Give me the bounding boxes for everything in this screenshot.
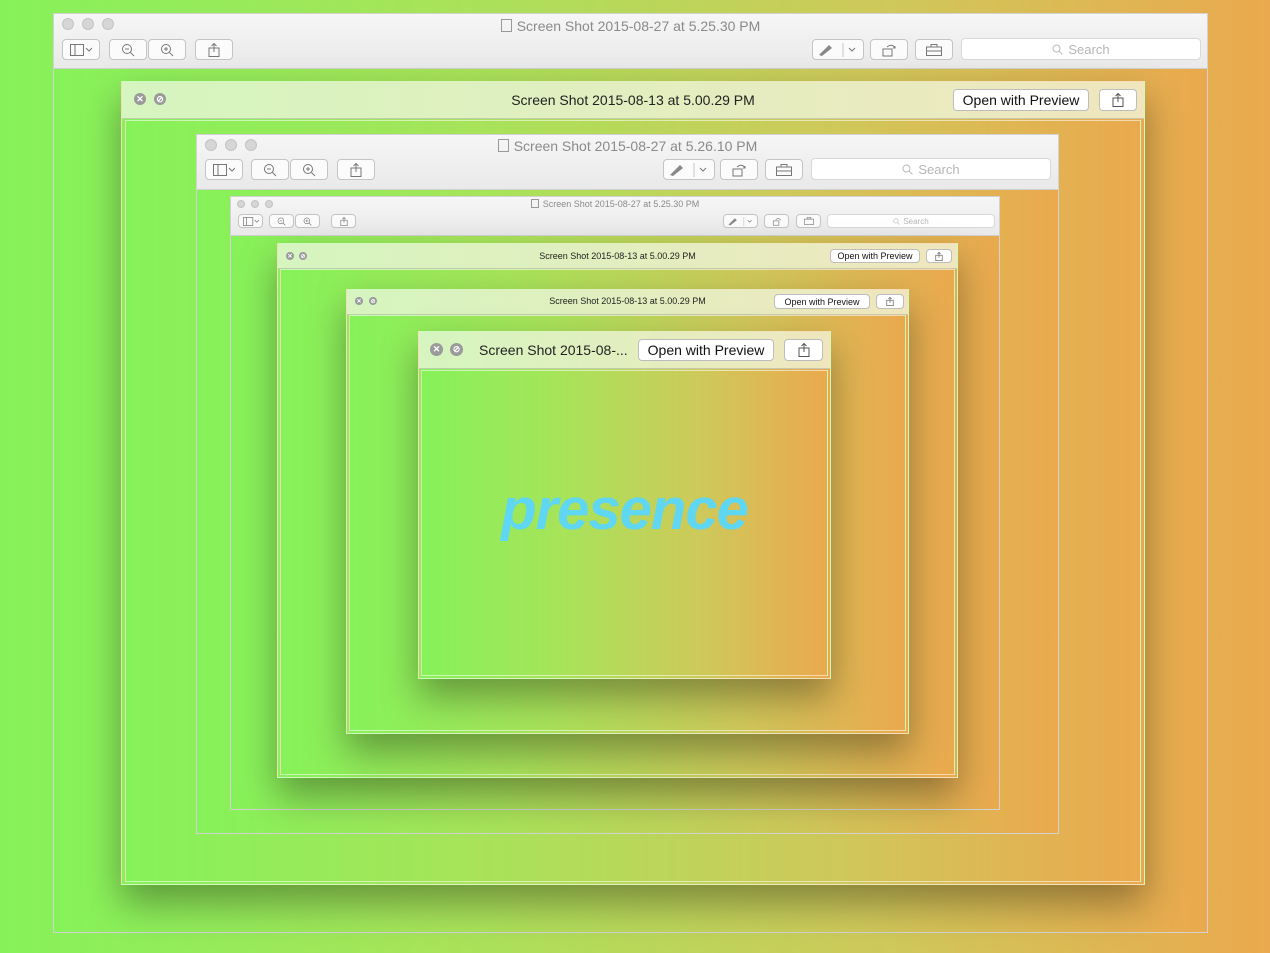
zoom-in-icon: [303, 217, 312, 226]
quicklook-titlebar: ✕ ⊘ Screen Shot 2015-08-13 at 5.00.29 PM…: [278, 244, 957, 269]
pen-icon: [670, 162, 707, 177]
rotate-button[interactable]: [870, 39, 908, 60]
window-toolbar: Screen Shot 2015-08-27 at 5.25.30 PM Sea…: [54, 14, 1207, 69]
toolbox-icon: [776, 163, 792, 176]
rotate-button[interactable]: [764, 214, 789, 228]
share-icon: [798, 343, 809, 357]
sidebar-icon: [213, 163, 235, 176]
sidebar-toggle-button[interactable]: [205, 159, 243, 180]
share-icon: [339, 216, 348, 226]
quicklook-window-7: ✕ ⊘ Screen Shot 2015-08-... Open with Pr…: [418, 331, 831, 679]
share-button[interactable]: [195, 39, 233, 60]
open-with-preview-button[interactable]: Open with Preview: [638, 339, 774, 361]
close-icon[interactable]: ✕: [430, 343, 443, 356]
zoom-in-button[interactable]: [290, 159, 328, 180]
zoom-in-icon: [303, 163, 316, 176]
toolbox-button[interactable]: [765, 159, 803, 180]
share-button[interactable]: [876, 294, 904, 309]
rotate-button[interactable]: [720, 159, 758, 180]
toolbox-icon: [926, 43, 942, 56]
sidebar-icon: [242, 216, 259, 226]
pen-icon: [819, 42, 856, 57]
share-icon: [350, 162, 362, 177]
document-icon: [500, 19, 512, 32]
open-with-preview-button[interactable]: Open with Preview: [774, 294, 870, 309]
window-title: Screen Shot 2015-08-27 at 5.25.30 PM: [231, 199, 999, 209]
share-icon: [208, 42, 220, 57]
share-button[interactable]: [331, 214, 356, 228]
search-input[interactable]: Search: [811, 158, 1051, 180]
quicklook-titlebar: ✕ ⊘ Screen Shot 2015-08-13 at 5.00.29 PM…: [347, 290, 908, 315]
sidebar-toggle-button[interactable]: [62, 39, 100, 60]
document-icon: [497, 139, 509, 152]
rotate-icon: [772, 217, 781, 226]
zoom-out-icon: [264, 163, 277, 176]
open-with-preview-button[interactable]: Open with Preview: [953, 89, 1089, 111]
quicklook-content: presence: [421, 370, 828, 676]
zoom-in-button[interactable]: [295, 214, 320, 228]
quicklook-titlebar: ✕ ⊘ Screen Shot 2015-08-13 at 5.00.29 PM…: [122, 82, 1144, 119]
toolbox-button[interactable]: [915, 39, 953, 60]
search-placeholder: Search: [903, 216, 929, 226]
rotate-icon: [882, 44, 896, 56]
window-toolbar: Screen Shot 2015-08-27 at 5.26.10 PM Sea…: [197, 135, 1058, 190]
search-icon: [1052, 44, 1064, 55]
zoom-out-button[interactable]: [109, 39, 147, 60]
markup-button[interactable]: [812, 39, 864, 60]
zoom-out-icon: [122, 43, 135, 56]
share-icon: [1112, 93, 1124, 107]
markup-button[interactable]: [723, 214, 758, 228]
share-icon: [935, 251, 943, 261]
open-with-preview-button[interactable]: Open with Preview: [830, 249, 920, 263]
quicklook-titlebar: ✕ ⊘ Screen Shot 2015-08-... Open with Pr…: [419, 332, 830, 369]
quicklook-title: Screen Shot 2015-08-...: [479, 342, 628, 358]
search-icon: [902, 164, 914, 175]
search-input[interactable]: Search: [961, 38, 1201, 60]
rotate-icon: [732, 164, 746, 176]
search-input[interactable]: Search: [827, 214, 995, 228]
search-placeholder: Search: [918, 161, 960, 177]
zoom-in-button[interactable]: [148, 39, 186, 60]
fullscreen-icon[interactable]: ⊘: [450, 343, 463, 356]
markup-button[interactable]: [663, 159, 715, 180]
document-icon: [530, 199, 539, 208]
share-button[interactable]: [926, 249, 952, 263]
share-icon: [886, 297, 894, 306]
sidebar-toggle-button[interactable]: [238, 214, 263, 228]
zoom-out-button[interactable]: [251, 159, 289, 180]
window-toolbar: Screen Shot 2015-08-27 at 5.25.30 PM Sea…: [231, 197, 999, 236]
zoom-out-button[interactable]: [269, 214, 294, 228]
share-button[interactable]: [1099, 89, 1137, 111]
zoom-out-icon: [277, 217, 286, 226]
toolbox-icon: [803, 217, 814, 225]
search-icon: [893, 217, 901, 225]
share-button[interactable]: [337, 159, 375, 180]
share-button[interactable]: [784, 339, 823, 361]
zoom-in-icon: [161, 43, 174, 56]
toolbox-button[interactable]: [796, 214, 821, 228]
window-title: Screen Shot 2015-08-27 at 5.25.30 PM: [54, 18, 1207, 34]
pen-icon: [728, 216, 752, 226]
presence-wordmark: presence: [501, 477, 749, 542]
window-title: Screen Shot 2015-08-27 at 5.26.10 PM: [197, 138, 1058, 154]
sidebar-icon: [70, 43, 92, 56]
search-placeholder: Search: [1068, 41, 1110, 57]
